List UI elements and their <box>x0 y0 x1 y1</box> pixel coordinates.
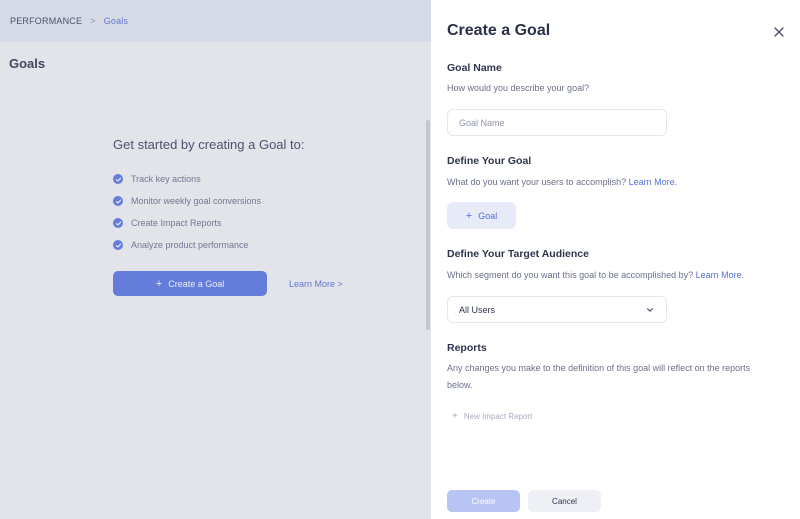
cancel-button[interactable]: Cancel <box>528 490 601 512</box>
plus-icon: + <box>452 411 458 422</box>
modal-backdrop[interactable] <box>0 0 431 519</box>
goal-name-title: Goal Name <box>447 62 502 74</box>
drawer-title: Create a Goal <box>447 22 551 39</box>
goal-name-desc: How would you describe your goal? <box>447 83 590 93</box>
reports-desc: Any changes you make to the definition o… <box>447 363 751 390</box>
add-goal-button[interactable]: + Goal <box>447 202 516 229</box>
define-goal-title: Define Your Goal <box>447 155 532 167</box>
create-goal-drawer: Create a Goal Goal Name How would you de… <box>431 0 800 519</box>
page-scrollbar[interactable] <box>426 120 430 330</box>
close-button[interactable] <box>771 24 787 40</box>
audience-select[interactable]: All Users <box>447 296 667 323</box>
reports-title: Reports <box>447 342 487 354</box>
goal-name-input[interactable] <box>447 109 667 136</box>
define-goal-desc-text: What do you want your users to accomplis… <box>447 177 627 187</box>
target-audience-desc-text: Which segment do you want this goal to b… <box>447 270 694 280</box>
audience-select-value: All Users <box>459 304 496 315</box>
drawer-footer: Create Cancel <box>447 490 601 512</box>
target-audience-learn-more-link[interactable]: Learn More. <box>696 270 745 280</box>
new-impact-report-button[interactable]: + New Impact Report <box>452 411 532 422</box>
close-icon <box>774 27 784 37</box>
create-button[interactable]: Create <box>447 490 520 512</box>
new-impact-report-label: New Impact Report <box>463 412 533 421</box>
define-goal-learn-more-link[interactable]: Learn More. <box>629 177 678 187</box>
add-goal-button-label: Goal <box>478 210 498 221</box>
target-audience-desc: Which segment do you want this goal to b… <box>447 267 777 284</box>
define-goal-desc: What do you want your users to accomplis… <box>447 174 777 191</box>
chevron-down-icon <box>647 307 653 312</box>
target-audience-title: Define Your Target Audience <box>447 248 589 260</box>
plus-icon: + <box>465 209 473 222</box>
